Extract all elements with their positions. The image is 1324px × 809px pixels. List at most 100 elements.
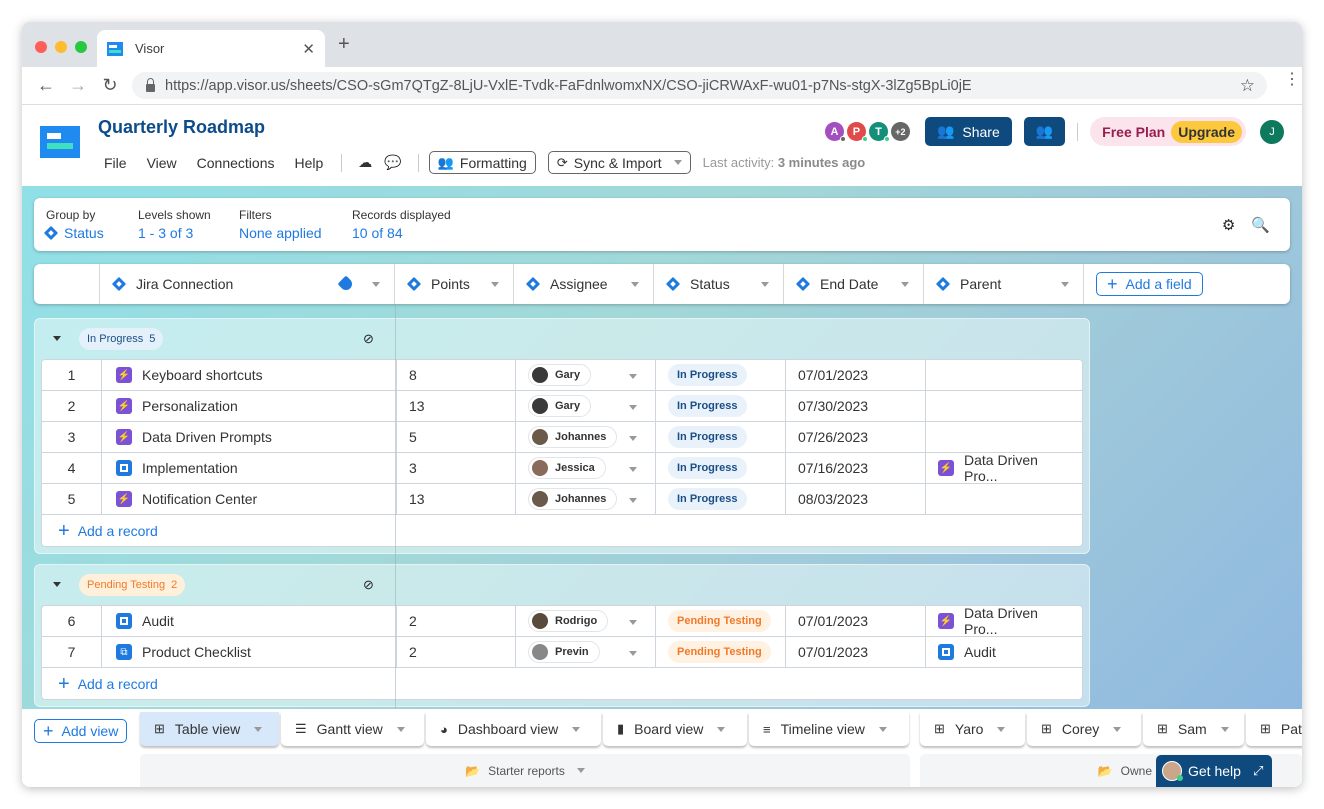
reload-icon[interactable]: ↻ — [94, 75, 126, 96]
assignee-cell[interactable]: Jessica — [516, 452, 656, 484]
bookmark-star-icon[interactable]: ☆ — [1240, 76, 1255, 96]
view-tab[interactable]: ⊞ Table view — [140, 712, 279, 746]
status-cell[interactable]: In Progress — [656, 483, 786, 515]
close-window-button[interactable] — [35, 41, 47, 53]
chevron-down-icon[interactable] — [396, 726, 405, 732]
expand-icon[interactable]: ⤢ — [1253, 763, 1263, 779]
chevron-down-icon[interactable] — [572, 726, 581, 732]
end-date-cell[interactable]: 07/26/2023 — [786, 421, 926, 453]
new-tab-button[interactable]: + — [338, 33, 350, 56]
chevron-down-icon[interactable] — [629, 435, 637, 441]
end-date-cell[interactable]: 07/01/2023 — [786, 636, 926, 668]
status-cell[interactable]: In Progress — [656, 452, 786, 484]
user-avatar[interactable]: J — [1260, 119, 1284, 144]
assignee-cell[interactable]: Rodrigo — [516, 606, 656, 637]
table-row[interactable]: 2 ⚡ Personalization 13 Gary In Progress 0… — [42, 390, 1082, 422]
chevron-down-icon[interactable] — [491, 282, 499, 287]
sync-import-button[interactable]: ⟳ Sync & Import — [547, 151, 691, 174]
parent-cell[interactable] — [926, 484, 1082, 515]
upgrade-button[interactable]: Upgrade — [1171, 120, 1242, 143]
status-cell[interactable]: In Progress — [656, 390, 786, 422]
avatar[interactable]: T — [868, 122, 890, 142]
issue-name-cell[interactable]: Audit — [102, 606, 397, 637]
collapse-triangle-icon[interactable] — [53, 582, 61, 587]
points-cell[interactable]: 3 — [397, 452, 516, 484]
visor-logo-icon[interactable] — [40, 126, 80, 158]
chevron-down-icon[interactable] — [878, 726, 887, 732]
points-cell[interactable]: 13 — [397, 483, 516, 515]
close-tab-icon[interactable]: ✕ — [302, 40, 315, 58]
records-control[interactable]: Records displayed 10 of 84 — [352, 208, 451, 241]
formatting-button[interactable]: 👥 Formatting — [428, 151, 536, 174]
document-title[interactable]: Quarterly Roadmap — [98, 117, 265, 138]
chevron-down-icon[interactable] — [1113, 726, 1122, 732]
column-header-assignee[interactable]: Assignee — [514, 264, 654, 304]
filters-control[interactable]: Filters None applied — [239, 208, 322, 241]
table-row[interactable]: 1 ⚡ Keyboard shortcuts 8 Gary In Progress… — [42, 360, 1082, 391]
collaborators-button[interactable]: 👥 — [1023, 117, 1066, 146]
back-icon[interactable]: ← — [30, 75, 62, 96]
chevron-down-icon[interactable] — [629, 466, 637, 472]
view-tab[interactable]: ☰ Gantt view — [281, 712, 424, 746]
status-cell[interactable]: Pending Testing — [656, 606, 786, 637]
menu-view[interactable]: View — [147, 155, 177, 171]
view-tab[interactable]: ⊞ Yaro — [920, 712, 1025, 746]
parent-cell[interactable] — [926, 422, 1082, 453]
comment-icon[interactable]: 💬 — [384, 154, 401, 171]
issue-name-cell[interactable]: ⚡ Personalization — [102, 390, 397, 422]
parent-cell[interactable]: ⚡ Data Driven Pro... — [926, 606, 1082, 637]
url-field[interactable]: https://app.visor.us/sheets/CSO-sGm7QTgZ… — [132, 72, 1267, 99]
column-header-jira-connection[interactable]: Jira Connection — [100, 264, 395, 304]
add-view-button[interactable]: + Add view — [34, 719, 128, 743]
add-record-button[interactable]: + Add a record — [42, 668, 1082, 699]
issue-name-cell[interactable]: ⚡ Data Driven Prompts — [102, 421, 397, 453]
parent-cell[interactable] — [926, 391, 1082, 422]
issue-name-cell[interactable]: ⚡ Keyboard shortcuts — [102, 360, 397, 391]
view-tab[interactable]: ⊞ Sam — [1143, 712, 1244, 746]
points-cell[interactable]: 2 — [397, 606, 516, 637]
chevron-down-icon[interactable] — [254, 726, 263, 732]
forward-icon[interactable]: → — [62, 75, 94, 96]
menu-connections[interactable]: Connections — [197, 155, 275, 171]
chevron-down-icon[interactable] — [631, 282, 639, 287]
browser-tab[interactable]: Visor ✕ — [97, 30, 325, 67]
chevron-down-icon[interactable] — [629, 650, 637, 656]
get-help-button[interactable]: Get help ⤢ — [1156, 755, 1272, 787]
avatar[interactable]: P — [846, 122, 868, 142]
chevron-down-icon[interactable] — [372, 282, 380, 287]
avatar[interactable]: A — [824, 122, 846, 142]
status-cell[interactable]: In Progress — [656, 360, 786, 391]
table-row[interactable]: 7 ⧉ Product Checklist 2 Previn Pending Te… — [42, 636, 1082, 668]
folder-starter-reports[interactable]: 📂 Starter reports — [140, 754, 910, 787]
eye-off-icon[interactable]: ⊘ — [363, 577, 374, 593]
assignee-cell[interactable]: Johannes — [516, 483, 656, 515]
levels-control[interactable]: Levels shown 1 - 3 of 3 — [138, 208, 211, 241]
tag-icon[interactable] — [337, 275, 355, 293]
menu-help[interactable]: Help — [294, 155, 323, 171]
parent-cell[interactable] — [926, 360, 1082, 391]
menu-file[interactable]: File — [104, 155, 127, 171]
search-icon[interactable]: 🔍 — [1251, 216, 1270, 234]
points-cell[interactable]: 8 — [397, 360, 516, 391]
chevron-down-icon[interactable] — [901, 282, 909, 287]
chevron-down-icon[interactable] — [997, 726, 1006, 732]
end-date-cell[interactable]: 07/01/2023 — [786, 360, 926, 391]
view-tab[interactable]: ⊞ Pat — [1246, 712, 1302, 746]
assignee-cell[interactable]: Gary — [516, 360, 656, 391]
column-header-end-date[interactable]: End Date — [784, 264, 924, 304]
points-cell[interactable]: 5 — [397, 421, 516, 453]
add-field-button[interactable]: + Add a field — [1096, 272, 1203, 296]
table-row[interactable]: 6 Audit 2 Rodrigo Pending Testing 07/01/… — [42, 606, 1082, 637]
gear-icon[interactable]: ⚙ — [1222, 216, 1235, 234]
column-header-status[interactable]: Status — [654, 264, 784, 304]
table-row[interactable]: 5 ⚡ Notification Center 13 Johannes In Pr… — [42, 483, 1082, 515]
chevron-down-icon[interactable] — [1061, 282, 1069, 287]
browser-menu-icon[interactable]: ⋮ — [1284, 72, 1300, 88]
assignee-cell[interactable]: Johannes — [516, 421, 656, 453]
assignee-cell[interactable]: Previn — [516, 636, 656, 668]
end-date-cell[interactable]: 07/16/2023 — [786, 452, 926, 484]
chevron-down-icon[interactable] — [629, 619, 637, 625]
collapse-triangle-icon[interactable] — [53, 336, 61, 341]
chevron-down-icon[interactable] — [629, 404, 637, 410]
share-button[interactable]: 👥 Share — [924, 117, 1012, 146]
